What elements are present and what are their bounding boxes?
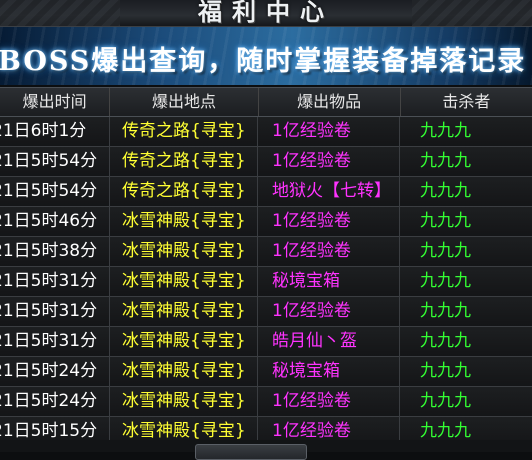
drop-place-cell: 冰雪神殿{寻宝} bbox=[110, 237, 258, 266]
drop-item-cell: 1亿经验卷 bbox=[258, 117, 400, 146]
drop-place-cell: 冰雪神殿{寻宝} bbox=[110, 267, 258, 296]
table-row: 21日5时31分 冰雪神殿{寻宝} 皓月仙丶盔 九九九 bbox=[0, 327, 532, 357]
drop-time-cell: 21日5时31分 bbox=[0, 327, 110, 356]
drop-item-cell: 1亿经验卷 bbox=[258, 147, 400, 176]
drop-place-cell: 冰雪神殿{寻宝} bbox=[110, 207, 258, 236]
killer-cell: 九九九 bbox=[420, 151, 471, 171]
drop-time-cell: 21日6时1分 bbox=[0, 117, 110, 146]
killer-cell: 九九九 bbox=[420, 121, 471, 141]
pager-button[interactable] bbox=[195, 444, 307, 460]
killer-cell: 九九九 bbox=[420, 241, 471, 261]
table-row: 21日5时24分 冰雪神殿{寻宝} 秘境宝箱 九九九 bbox=[0, 357, 532, 387]
table-row: 21日5时24分 冰雪神殿{寻宝} 1亿经验卷 九九九 bbox=[0, 387, 532, 417]
drop-place-cell: 冰雪神殿{寻宝} bbox=[110, 387, 258, 416]
drop-item-cell: 地狱火【七转】 bbox=[258, 177, 400, 206]
drop-place-cell: 传奇之路{寻宝} bbox=[110, 147, 258, 176]
drop-place-cell: 传奇之路{寻宝} bbox=[110, 177, 258, 206]
drop-item-cell: 皓月仙丶盔 bbox=[258, 327, 400, 356]
killer-cell: 九九九 bbox=[420, 271, 471, 291]
drop-item-cell: 1亿经验卷 bbox=[258, 297, 400, 326]
drop-record-table: 爆出时间 爆出地点 爆出物品 击杀者 21日6时1分 传奇之路{寻宝} 1亿经验卷九… bbox=[0, 87, 532, 447]
column-header-place: 爆出地点 bbox=[110, 88, 259, 116]
table-row: 21日5时54分 传奇之路{寻宝} 1亿经验卷 九九九 bbox=[0, 147, 532, 177]
table-body: 21日6时1分 传奇之路{寻宝} 1亿经验卷 九九九 21日5时54分 传奇之路{寻宝} 1… bbox=[0, 117, 532, 447]
table-row: 21日5时31分 冰雪神殿{寻宝} 1亿经验卷 九九九 bbox=[0, 297, 532, 327]
drop-place-cell: 冰雪神殿{寻宝} bbox=[110, 297, 258, 326]
table-row: 21日6时1分 传奇之路{寻宝} 1亿经验卷 九九九 bbox=[0, 117, 532, 147]
column-header-killer: 击杀者 bbox=[442, 92, 491, 111]
table-row: 21日5时38分 冰雪神殿{寻宝} 1亿经验卷 九九九 bbox=[0, 237, 532, 267]
banner-text: BOSS爆出查询，随时掌握装备掉落记录 bbox=[0, 46, 527, 77]
drop-time-cell: 21日5时24分 bbox=[0, 357, 110, 386]
killer-cell: 九九九 bbox=[420, 301, 471, 321]
drop-time-cell: 21日5时24分 bbox=[0, 387, 110, 416]
column-header-time: 爆出时间 bbox=[0, 88, 111, 116]
drop-item-cell: 1亿经验卷 bbox=[258, 387, 400, 416]
drop-item-cell: 1亿经验卷 bbox=[258, 237, 400, 266]
table-row: 21日5时31分 冰雪神殿{寻宝} 秘境宝箱 九九九 bbox=[0, 267, 532, 297]
drop-time-cell: 21日5时31分 bbox=[0, 267, 110, 296]
killer-cell: 九九九 bbox=[420, 361, 471, 381]
killer-cell: 九九九 bbox=[420, 391, 471, 411]
title-bar: 福利中心 bbox=[0, 0, 532, 27]
column-header-item: 爆出物品 bbox=[259, 88, 401, 116]
drop-item-cell: 秘境宝箱 bbox=[258, 357, 400, 386]
table-header: 爆出时间 爆出地点 爆出物品 击杀者 bbox=[0, 87, 532, 117]
killer-cell: 九九九 bbox=[420, 211, 471, 231]
drop-item-cell: 1亿经验卷 bbox=[258, 207, 400, 236]
boss-drop-banner: BOSS爆出查询，随时掌握装备掉落记录 bbox=[0, 27, 532, 85]
drop-place-cell: 冰雪神殿{寻宝} bbox=[110, 357, 258, 386]
table-row: 21日5时54分 传奇之路{寻宝} 地狱火【七转】 九九九 bbox=[0, 177, 532, 207]
killer-cell: 九九九 bbox=[420, 181, 471, 201]
drop-place-cell: 传奇之路{寻宝} bbox=[110, 117, 258, 146]
drop-time-cell: 21日5时54分 bbox=[0, 177, 110, 206]
drop-time-cell: 21日5时46分 bbox=[0, 207, 110, 236]
table-row: 21日5时46分 冰雪神殿{寻宝} 1亿经验卷 九九九 bbox=[0, 207, 532, 237]
drop-time-cell: 21日5时38分 bbox=[0, 237, 110, 266]
drop-time-cell: 21日5时31分 bbox=[0, 297, 110, 326]
pager-bar bbox=[0, 440, 532, 460]
drop-place-cell: 冰雪神殿{寻宝} bbox=[110, 327, 258, 356]
drop-item-cell: 秘境宝箱 bbox=[258, 267, 400, 296]
killer-cell: 九九九 bbox=[420, 331, 471, 351]
window-title: 福利中心 bbox=[198, 0, 334, 26]
drop-time-cell: 21日5时54分 bbox=[0, 147, 110, 176]
